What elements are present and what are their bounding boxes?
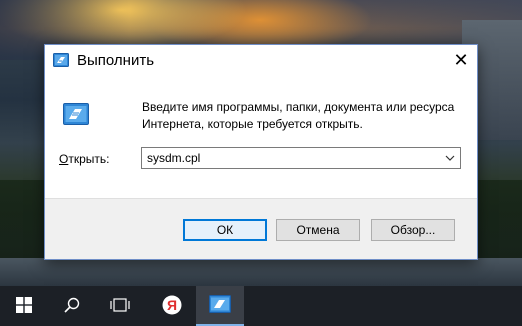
- yandex-letter: Я: [167, 297, 177, 313]
- open-label-accesskey: О: [59, 152, 69, 166]
- yandex-browser-button[interactable]: Я: [148, 286, 196, 326]
- wallpaper-river: [0, 258, 522, 286]
- task-view-button[interactable]: [96, 286, 144, 326]
- instruction-text: Введите имя программы, папки, документа …: [142, 100, 455, 131]
- run-taskbar-button[interactable]: [196, 286, 244, 326]
- close-icon: ✕: [453, 49, 469, 70]
- dialog-footer: ОК Отмена Обзор...: [45, 198, 477, 259]
- close-button[interactable]: ✕: [445, 45, 477, 75]
- start-button[interactable]: [0, 286, 48, 326]
- open-label-text: ткрыть:: [68, 152, 110, 166]
- task-view-icon: [110, 297, 130, 315]
- chevron-down-icon[interactable]: [440, 148, 460, 168]
- run-icon: [209, 294, 231, 316]
- run-icon: [53, 53, 69, 67]
- yandex-browser-icon: Я: [162, 295, 182, 318]
- ok-button[interactable]: ОК: [183, 219, 267, 241]
- title-bar[interactable]: Выполнить ✕: [45, 45, 477, 77]
- open-input[interactable]: sysdm.cpl: [147, 151, 200, 165]
- run-icon: [63, 103, 89, 125]
- open-combobox[interactable]: sysdm.cpl: [141, 147, 461, 169]
- start-icon: [16, 296, 32, 316]
- open-label: Открыть:: [59, 152, 109, 166]
- search-button[interactable]: [48, 286, 96, 326]
- cancel-button[interactable]: Отмена: [276, 219, 360, 241]
- dialog-title: Выполнить: [77, 52, 155, 69]
- browse-button[interactable]: Обзор...: [371, 219, 455, 241]
- taskbar: Я: [0, 286, 522, 326]
- search-icon: [64, 297, 80, 316]
- run-dialog: Выполнить ✕ Введите имя программы, папки…: [44, 44, 478, 260]
